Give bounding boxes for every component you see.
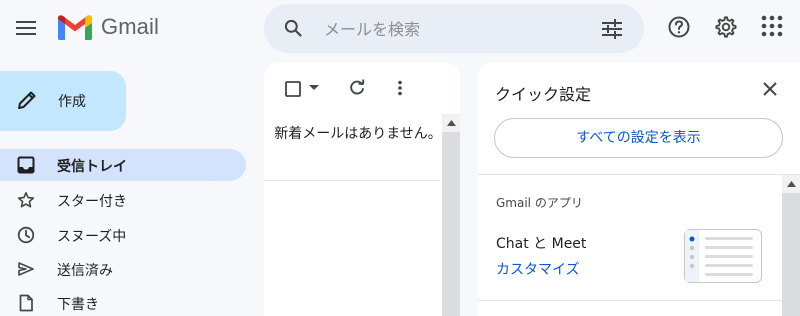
list-divider <box>264 180 440 181</box>
sidebar-item-label: スヌーズ中 <box>57 229 127 245</box>
apps-grid-icon <box>761 15 783 37</box>
quick-settings-divider <box>478 174 800 175</box>
help-button[interactable] <box>667 15 691 39</box>
gmail-m-icon <box>58 15 92 40</box>
gear-icon <box>715 16 737 38</box>
quick-settings-scrollbar[interactable] <box>782 175 800 316</box>
checkbox-icon <box>285 81 301 97</box>
settings-button[interactable] <box>714 15 738 39</box>
see-all-settings-button[interactable]: すべての設定を表示 <box>494 118 783 158</box>
scroll-up-arrow-icon <box>446 120 456 126</box>
gmail-apps-section-heading: Gmail のアプリ <box>496 196 583 210</box>
search-input[interactable] <box>324 16 584 42</box>
close-quick-settings-button[interactable] <box>762 81 778 97</box>
sidebar-item-label: 送信済み <box>57 263 113 279</box>
quick-settings-panel: クイック設定 すべての設定を表示 Gmail のアプリ Chat と Meet … <box>478 62 800 316</box>
clock-icon <box>17 226 35 244</box>
send-icon <box>17 260 35 278</box>
help-icon <box>668 16 690 38</box>
main-menu-button[interactable] <box>11 13 41 43</box>
sidebar-item-drafts[interactable]: 下書き <box>0 287 246 316</box>
sidebar-item-label: 受信トレイ <box>57 159 127 175</box>
compose-button[interactable]: 作成 <box>0 71 126 131</box>
draft-icon <box>17 294 35 312</box>
caret-down-icon <box>309 85 319 90</box>
search-icon <box>284 19 302 37</box>
google-apps-button[interactable] <box>761 15 785 39</box>
refresh-button[interactable] <box>348 79 366 97</box>
search-bar <box>264 4 644 53</box>
search-button[interactable] <box>283 18 303 38</box>
quick-settings-title: クイック設定 <box>495 85 592 104</box>
inbox-icon <box>17 156 35 174</box>
sidebar-item-starred[interactable]: スター付き <box>0 184 246 216</box>
tune-icon <box>602 19 622 39</box>
quick-settings-divider <box>478 300 782 301</box>
sidebar-item-sent[interactable]: 送信済み <box>0 253 246 285</box>
gmail-logo[interactable]: Gmail <box>58 14 159 40</box>
scroll-up-arrow-icon <box>786 181 796 187</box>
compose-label: 作成 <box>58 94 86 110</box>
more-options-button[interactable] <box>391 79 409 97</box>
chat-meet-layout-preview <box>684 229 762 283</box>
more-vert-icon <box>398 80 402 96</box>
gmail-logo-text: Gmail <box>101 14 159 39</box>
layout-preview-icon <box>685 230 753 282</box>
sidebar-item-inbox[interactable]: 受信トレイ <box>0 149 246 181</box>
select-options-dropdown[interactable] <box>309 85 319 91</box>
close-icon <box>763 82 777 96</box>
select-all-checkbox[interactable] <box>285 81 301 97</box>
scroll-up-button[interactable] <box>782 175 800 193</box>
chat-meet-label: Chat と Meet <box>496 236 587 252</box>
hamburger-menu-icon <box>16 21 36 35</box>
sidebar-item-snoozed[interactable]: スヌーズ中 <box>0 219 246 251</box>
pencil-icon <box>16 89 38 111</box>
star-icon <box>17 191 35 209</box>
sidebar-item-label: 下書き <box>57 297 99 313</box>
scroll-up-button[interactable] <box>442 114 460 132</box>
mail-list-panel: 新着メールはありません。 <box>264 62 460 316</box>
sidebar-item-label: スター付き <box>57 194 127 210</box>
customize-link[interactable]: カスタマイズ <box>496 259 580 279</box>
refresh-icon <box>350 79 365 95</box>
mail-list-scrollbar[interactable] <box>442 114 460 316</box>
search-options-button[interactable] <box>602 19 622 39</box>
empty-inbox-message: 新着メールはありません。 <box>274 126 442 142</box>
